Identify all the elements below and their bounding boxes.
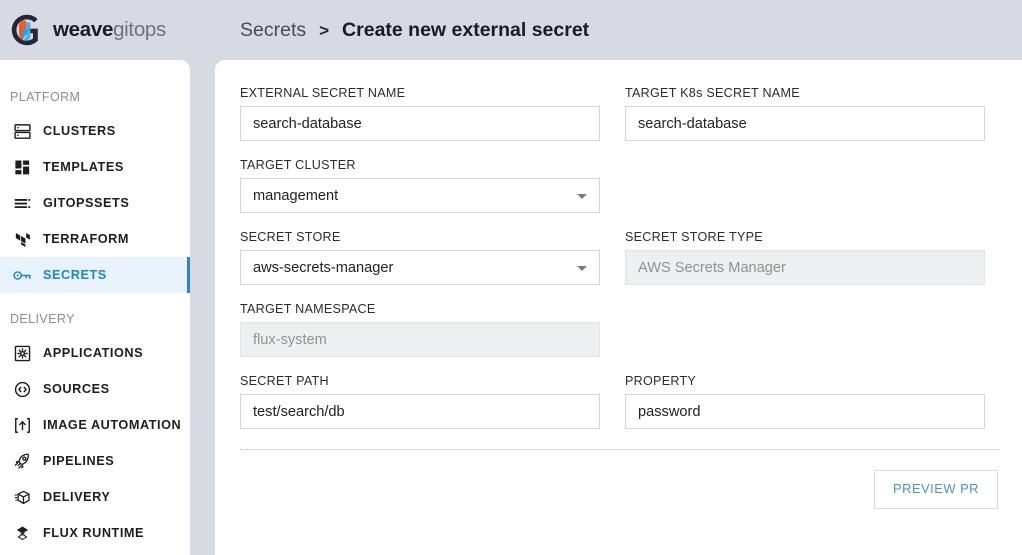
sidebar-item-delivery[interactable]: DELIVERY [0, 479, 190, 515]
breadcrumb-separator-icon: > [319, 20, 330, 40]
field-external-secret-name: EXTERNAL SECRET NAME search-database [240, 86, 600, 141]
chevron-down-icon [577, 193, 587, 199]
sources-icon [11, 378, 33, 400]
field-label: TARGET CLUSTER [240, 158, 356, 172]
sidebar-item-label: PIPELINES [43, 454, 115, 468]
brand-name-secondary: gitops [113, 18, 166, 41]
field-label: SECRET STORE [240, 230, 341, 244]
sidebar-item-label: TERRAFORM [43, 232, 129, 246]
content-panel: EXTERNAL SECRET NAME search-database TAR… [215, 60, 1022, 555]
secret-store-value: aws-secrets-manager [253, 259, 394, 276]
sidebar-section-delivery-title: DELIVERY [10, 312, 75, 326]
sidebar-item-gitopssets[interactable]: GITOPSSETS [0, 185, 190, 221]
sidebar-item-label: FLUX RUNTIME [43, 526, 145, 540]
field-target-k8s-secret-name: TARGET K8s SECRET NAME search-database [625, 86, 985, 141]
field-secret-store: SECRET STORE aws-secrets-manager [240, 230, 600, 285]
sidebar-item-sources[interactable]: SOURCES [0, 371, 190, 407]
breadcrumb: Secrets > Create new external secret [240, 19, 589, 42]
pipelines-rocket-icon [11, 450, 33, 472]
preview-pr-button[interactable]: PREVIEW PR [874, 470, 998, 509]
sidebar-item-clusters[interactable]: CLUSTERS [0, 113, 190, 149]
target-k8s-secret-name-input[interactable]: search-database [625, 106, 985, 141]
breadcrumb-link-secrets[interactable]: Secrets [240, 19, 306, 42]
sidebar-section-platform-title: PLATFORM [10, 90, 81, 104]
sidebar-item-label: APPLICATIONS [43, 346, 144, 360]
clusters-icon [11, 120, 33, 142]
sidebar-item-terraform[interactable]: TERRAFORM [0, 221, 190, 257]
app-header: weavegitops Secrets > Create new externa… [0, 0, 1022, 60]
secrets-key-icon [11, 264, 33, 286]
terraform-icon [11, 228, 33, 250]
page-title: Create new external secret [342, 18, 590, 41]
field-label: TARGET K8s SECRET NAME [625, 86, 800, 100]
sidebar-item-flux-runtime[interactable]: FLUX RUNTIME [0, 515, 190, 551]
field-property: PROPERTY password [625, 374, 985, 429]
external-secret-name-input[interactable]: search-database [240, 106, 600, 141]
form-divider [240, 449, 1000, 450]
brand[interactable]: weavegitops [0, 13, 190, 47]
gitopssets-icon [11, 192, 33, 214]
applications-icon [11, 342, 33, 364]
sidebar-item-label: GITOPSSETS [43, 196, 130, 210]
sidebar-item-secrets[interactable]: SECRETS [0, 257, 190, 293]
sidebar-item-label: IMAGE AUTOMATION [43, 418, 182, 432]
target-cluster-select[interactable]: management [240, 178, 600, 213]
delivery-box-icon [11, 486, 33, 508]
secret-store-select[interactable]: aws-secrets-manager [240, 250, 600, 285]
target-namespace-input: flux-system [240, 322, 600, 357]
field-label: SECRET PATH [240, 374, 329, 388]
chevron-down-icon [577, 265, 587, 271]
property-input[interactable]: password [625, 394, 985, 429]
field-target-cluster: TARGET CLUSTER management [240, 158, 600, 213]
sidebar-item-applications[interactable]: APPLICATIONS [0, 335, 190, 371]
form-actions: PREVIEW PR [240, 458, 1000, 509]
image-automation-icon [11, 414, 33, 436]
app-root: weavegitops Secrets > Create new externa… [0, 0, 1022, 555]
field-label: SECRET STORE TYPE [625, 230, 763, 244]
sidebar-item-image-automation[interactable]: IMAGE AUTOMATION [0, 407, 190, 443]
secret-path-input[interactable]: test/search/db [240, 394, 600, 429]
sidebar-item-pipelines[interactable]: PIPELINES [0, 443, 190, 479]
sidebar-item-templates[interactable]: TEMPLATES [0, 149, 190, 185]
flux-runtime-icon [11, 522, 33, 544]
templates-icon [11, 156, 33, 178]
field-secret-path: SECRET PATH test/search/db [240, 374, 600, 429]
sidebar-item-label: SECRETS [43, 268, 107, 282]
field-secret-store-type: SECRET STORE TYPE AWS Secrets Manager [625, 230, 985, 285]
field-target-namespace: TARGET NAMESPACE flux-system [240, 302, 600, 357]
secret-store-type-input: AWS Secrets Manager [625, 250, 985, 285]
sidebar: PLATFORM CLUSTERS TEMPLATES GITOPSSETS T… [0, 60, 190, 555]
sidebar-item-label: DELIVERY [43, 490, 111, 504]
weave-gitops-logo-icon [10, 13, 44, 47]
brand-name-primary: weave [53, 18, 114, 41]
sidebar-item-label: TEMPLATES [43, 160, 124, 174]
target-cluster-value: management [253, 187, 339, 204]
field-label: PROPERTY [625, 374, 697, 388]
external-secret-form: EXTERNAL SECRET NAME search-database TAR… [240, 86, 1000, 446]
sidebar-item-label: SOURCES [43, 382, 110, 396]
brand-name: weavegitops [53, 18, 166, 42]
field-label: EXTERNAL SECRET NAME [240, 86, 406, 100]
sidebar-item-label: CLUSTERS [43, 124, 116, 138]
field-label: TARGET NAMESPACE [240, 302, 376, 316]
